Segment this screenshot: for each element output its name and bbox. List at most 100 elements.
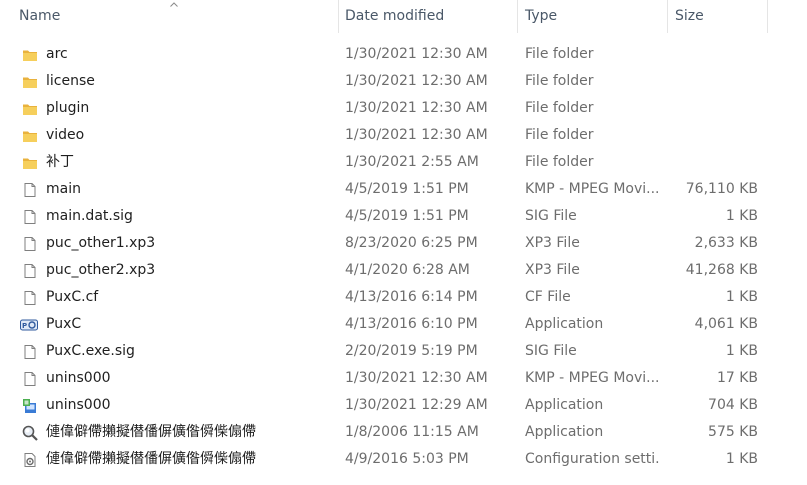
file-type: Application xyxy=(525,316,604,332)
file-row[interactable]: unins000 1/30/2021 12:29 AM Application 704… xyxy=(0,392,807,419)
file-type: File folder xyxy=(525,73,594,89)
file-type: KMP - MPEG Movi... xyxy=(525,370,660,386)
file-name: puc_other1.xp3 xyxy=(46,235,156,251)
folder-icon xyxy=(22,154,38,170)
column-header-size[interactable]: Size xyxy=(669,0,767,33)
file-name: video xyxy=(46,127,85,143)
file-size: 4,061 KB xyxy=(694,316,758,332)
file-date-modified: 2/20/2019 5:19 PM xyxy=(345,343,478,359)
file-date-modified: 1/30/2021 12:30 AM xyxy=(345,127,488,143)
file-date-modified: 4/5/2019 1:51 PM xyxy=(345,181,469,197)
file-row[interactable]: P PuxC 4/13/2016 6:10 PM Application 4,061 K… xyxy=(0,311,807,338)
file-type: Application xyxy=(525,397,604,413)
file-name: puc_other2.xp3 xyxy=(46,262,156,278)
file-row[interactable]: puc_other2.xp3 4/1/2020 6:28 AM XP3 File 41… xyxy=(0,257,807,284)
file-name: unins000 xyxy=(46,370,111,386)
file-icon xyxy=(22,262,38,278)
file-size: 1 KB xyxy=(725,208,758,224)
column-header-date[interactable]: Date modified xyxy=(339,0,517,33)
file-name: PuxC.exe.sig xyxy=(46,343,135,359)
file-size: 17 KB xyxy=(716,370,758,386)
file-name: main xyxy=(46,181,81,197)
file-type: File folder xyxy=(525,46,594,62)
folder-icon xyxy=(22,73,38,89)
file-date-modified: 1/30/2021 12:30 AM xyxy=(345,370,488,386)
file-type: CF File xyxy=(525,289,571,305)
folder-icon xyxy=(22,46,38,62)
app-puxc-icon: P xyxy=(20,316,38,332)
file-date-modified: 1/30/2021 12:30 AM xyxy=(345,73,488,89)
file-name: unins000 xyxy=(46,397,111,413)
file-type: SIG File xyxy=(525,208,577,224)
file-size: 76,110 KB xyxy=(685,181,758,197)
file-row[interactable]: main 4/5/2019 1:51 PM KMP - MPEG Movi... 76… xyxy=(0,176,807,203)
folder-row[interactable]: license 1/30/2021 12:30 AM File folder xyxy=(0,68,807,95)
file-icon xyxy=(22,370,38,386)
file-row[interactable]: main.dat.sig 4/5/2019 1:51 PM SIG File 1 KB xyxy=(0,203,807,230)
file-date-modified: 4/1/2020 6:28 AM xyxy=(345,262,470,278)
file-date-modified: 8/23/2020 6:25 PM xyxy=(345,235,478,251)
file-icon xyxy=(22,235,38,251)
file-row[interactable]: 僆偉僻僀攋擬僣僠偋儣偺僢偨傓僀 4/9/2016 5:03 PM Configura… xyxy=(0,446,807,473)
file-row[interactable]: puc_other1.xp3 8/23/2020 6:25 PM XP3 File 2… xyxy=(0,230,807,257)
folder-row[interactable]: arc 1/30/2021 12:30 AM File folder xyxy=(0,41,807,68)
file-date-modified: 1/30/2021 12:29 AM xyxy=(345,397,488,413)
file-date-modified: 4/5/2019 1:51 PM xyxy=(345,208,469,224)
folder-row[interactable]: plugin 1/30/2021 12:30 AM File folder xyxy=(0,95,807,122)
file-name: license xyxy=(46,73,95,89)
file-size: 1 KB xyxy=(725,451,758,467)
file-type: XP3 File xyxy=(525,262,580,278)
file-size: 41,268 KB xyxy=(685,262,758,278)
svg-text:P: P xyxy=(22,322,27,330)
file-row[interactable]: PuxC.cf 4/13/2016 6:14 PM CF File 1 KB xyxy=(0,284,807,311)
column-divider[interactable] xyxy=(767,0,768,33)
file-name: main.dat.sig xyxy=(46,208,133,224)
installer-icon xyxy=(22,397,38,413)
file-row[interactable]: 僆偉僻僀攋擬僣僠偋儣偺僢偨傓僀 1/8/2006 11:15 AM Applicat… xyxy=(0,419,807,446)
file-size: 2,633 KB xyxy=(694,235,758,251)
folder-row[interactable]: 补丁 1/30/2021 2:55 AM File folder xyxy=(0,149,807,176)
config-icon xyxy=(22,451,38,467)
file-icon xyxy=(22,343,38,359)
column-divider[interactable] xyxy=(667,0,668,33)
file-type: Application xyxy=(525,424,604,440)
folder-row[interactable]: video 1/30/2021 12:30 AM File folder xyxy=(0,122,807,149)
file-size: 1 KB xyxy=(725,343,758,359)
file-name: 补丁 xyxy=(46,154,74,170)
file-type: KMP - MPEG Movi... xyxy=(525,181,660,197)
column-header-type[interactable]: Type xyxy=(519,0,667,33)
file-type: File folder xyxy=(525,154,594,170)
file-size: 704 KB xyxy=(708,397,758,413)
file-date-modified: 1/30/2021 12:30 AM xyxy=(345,46,488,62)
column-header-row: Name Date modified Type Size xyxy=(0,0,807,34)
file-icon xyxy=(22,181,38,197)
file-row[interactable]: unins000 1/30/2021 12:30 AM KMP - MPEG Mov… xyxy=(0,365,807,392)
file-date-modified: 4/13/2016 6:14 PM xyxy=(345,289,478,305)
file-row[interactable]: PuxC.exe.sig 2/20/2019 5:19 PM SIG File 1 K… xyxy=(0,338,807,365)
file-icon xyxy=(22,208,38,224)
file-date-modified: 1/30/2021 12:30 AM xyxy=(345,100,488,116)
file-date-modified: 1/30/2021 2:55 AM xyxy=(345,154,479,170)
file-icon xyxy=(22,289,38,305)
file-name: plugin xyxy=(46,100,90,116)
folder-icon xyxy=(22,100,38,116)
file-name: PuxC.cf xyxy=(46,289,99,305)
folder-icon xyxy=(22,127,38,143)
file-type: SIG File xyxy=(525,343,577,359)
file-date-modified: 1/8/2006 11:15 AM xyxy=(345,424,479,440)
magnifier-app-icon xyxy=(22,424,38,441)
file-type: Configuration setti... xyxy=(525,451,660,467)
file-date-modified: 4/9/2016 5:03 PM xyxy=(345,451,469,467)
file-type: File folder xyxy=(525,127,594,143)
sort-ascending-icon xyxy=(170,2,178,7)
file-name: 僆偉僻僀攋擬僣僠偋儣偺僢偨傓僀 xyxy=(46,451,256,467)
file-type: File folder xyxy=(525,100,594,116)
file-name: PuxC xyxy=(46,316,82,332)
file-date-modified: 4/13/2016 6:10 PM xyxy=(345,316,478,332)
file-name: 僆偉僻僀攋擬僣僠偋儣偺僢偨傓僀 xyxy=(46,424,256,440)
file-name: arc xyxy=(46,46,68,62)
file-type: XP3 File xyxy=(525,235,580,251)
file-size: 1 KB xyxy=(725,289,758,305)
column-divider[interactable] xyxy=(517,0,518,33)
file-size: 575 KB xyxy=(708,424,758,440)
